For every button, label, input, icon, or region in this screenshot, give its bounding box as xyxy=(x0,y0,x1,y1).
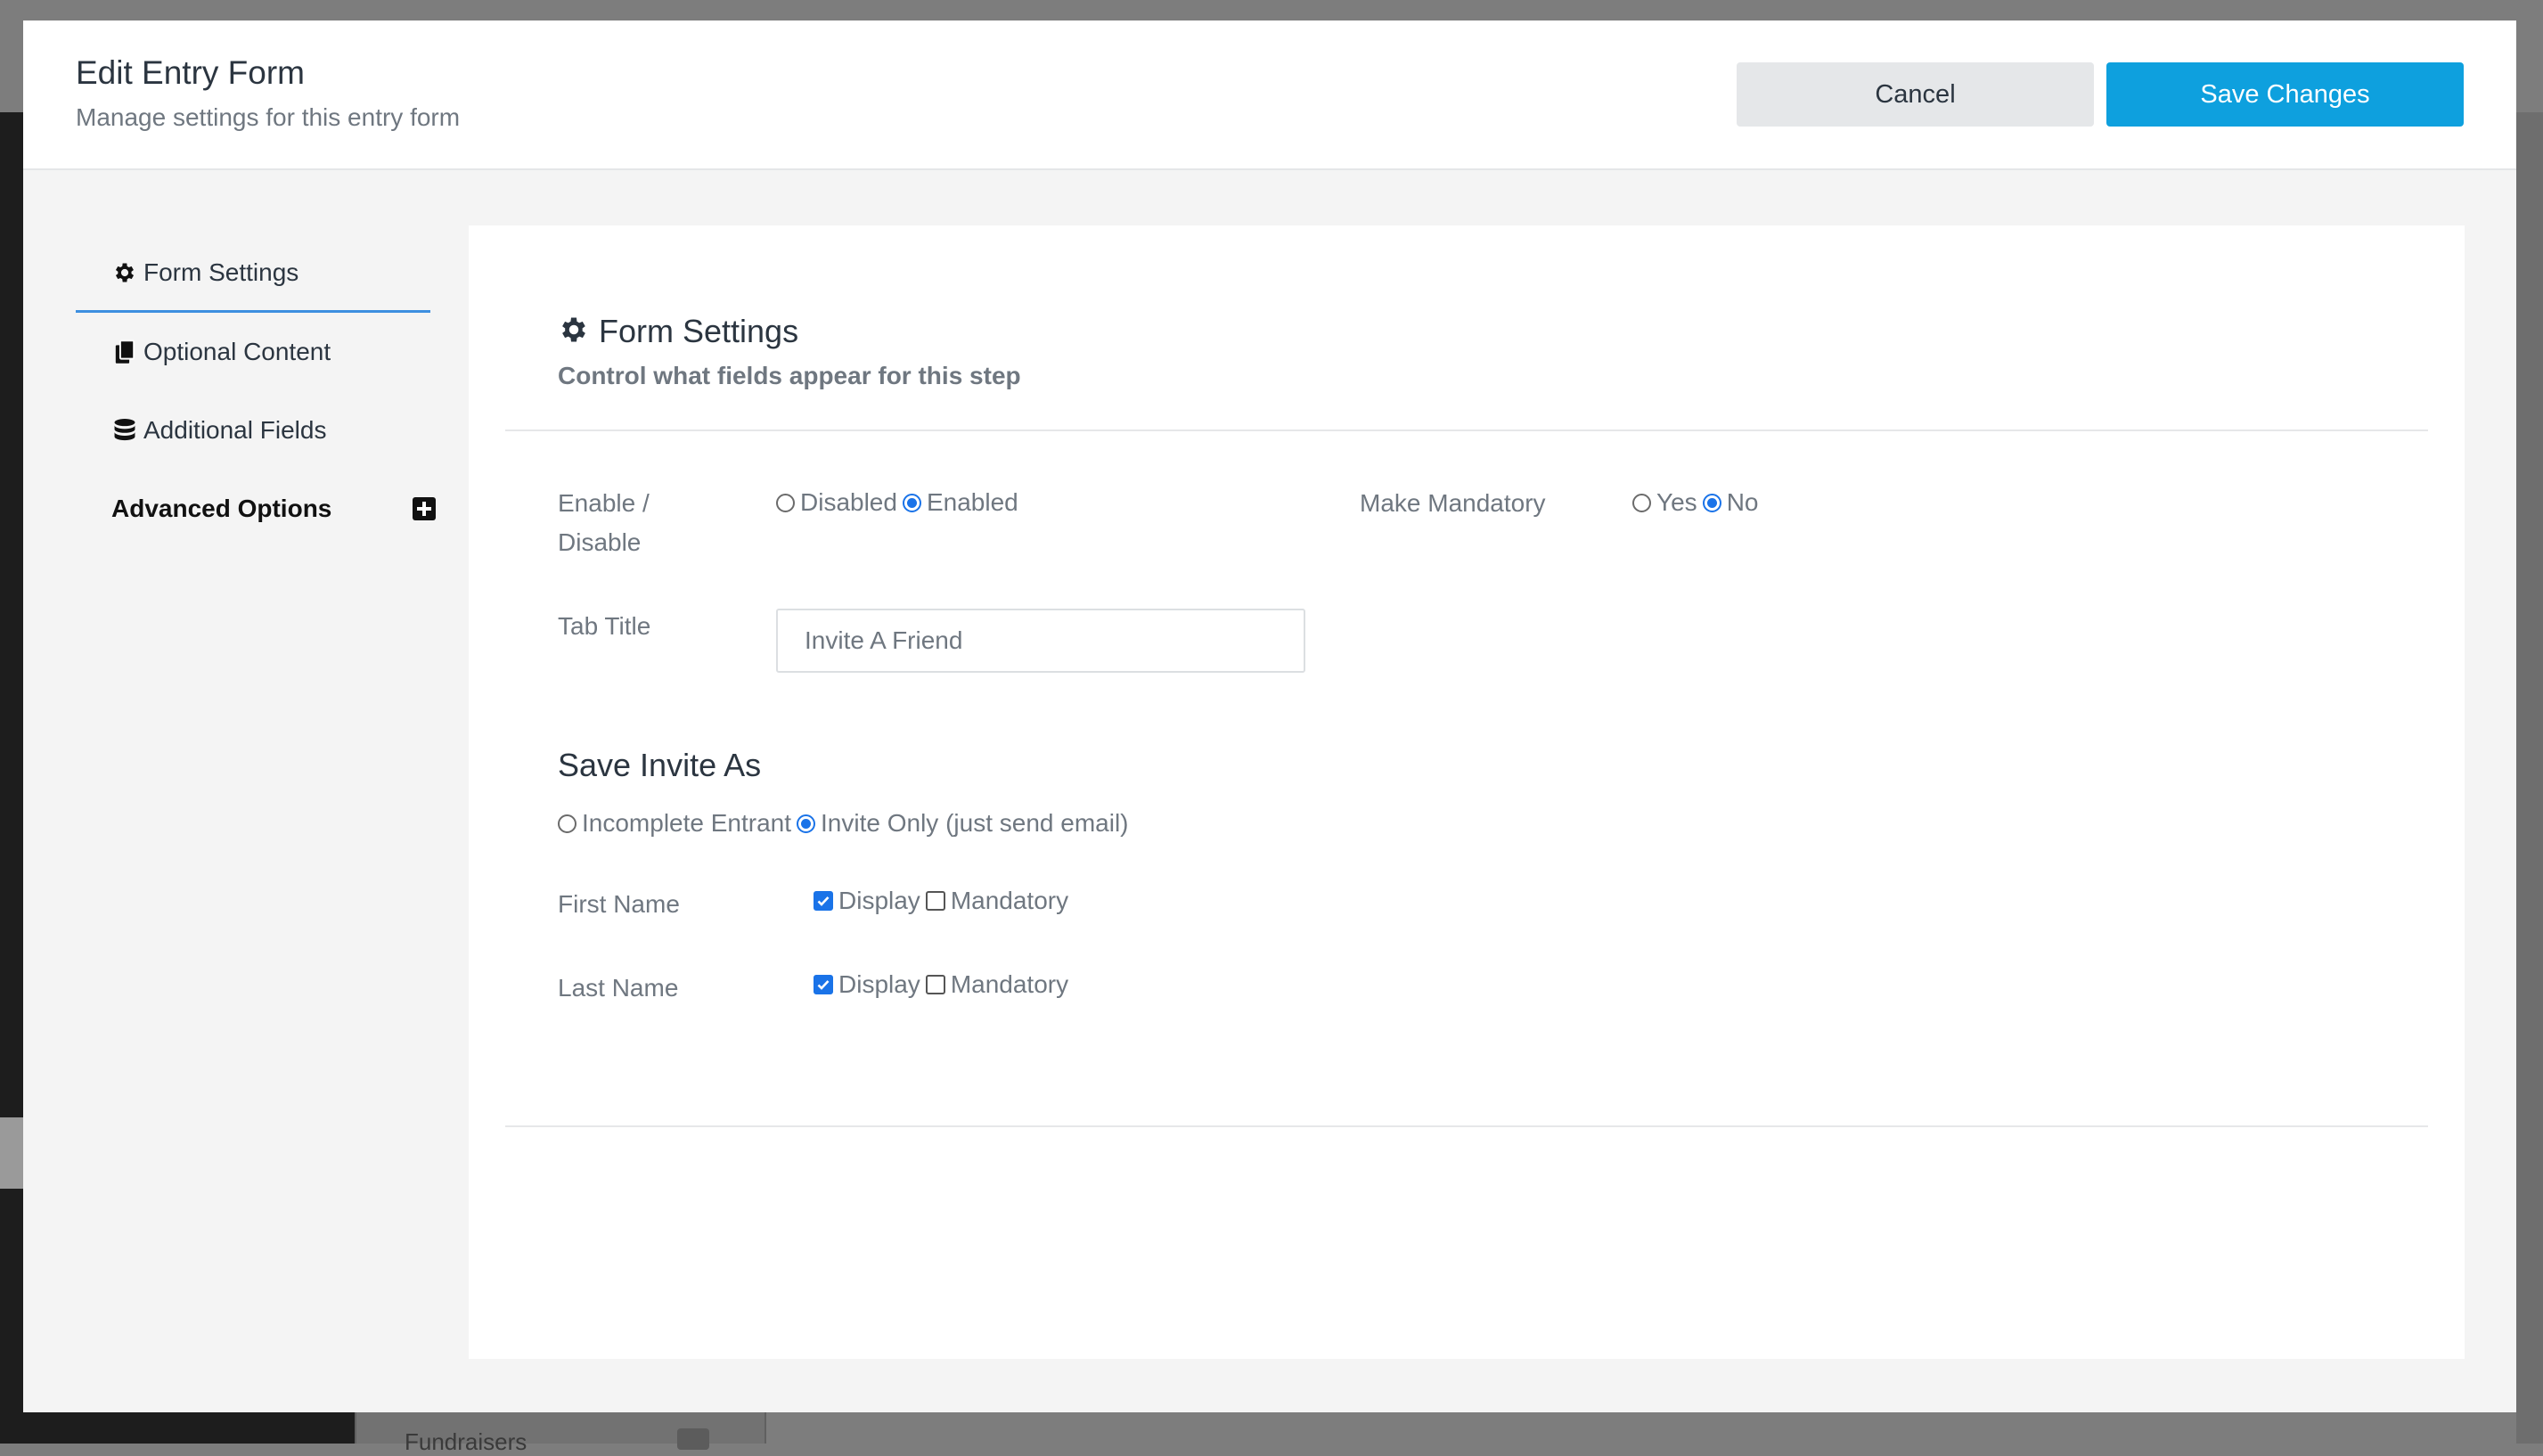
nav-item-advanced-options[interactable]: Advanced Options xyxy=(76,470,436,548)
panel-title: Form Settings xyxy=(599,313,799,349)
radio-button[interactable] xyxy=(797,814,816,833)
radio-disabled[interactable]: Disabled xyxy=(776,488,897,517)
background-list-item: Fundraisers xyxy=(405,1428,527,1455)
radio-label: Enabled xyxy=(926,488,1018,516)
nav-item-label: Additional Fields xyxy=(143,416,327,444)
background-count-badge xyxy=(677,1428,709,1450)
radio-invite-only[interactable]: Invite Only (just send email) xyxy=(797,809,1129,838)
check-icon xyxy=(817,980,830,990)
checkbox[interactable] xyxy=(925,891,945,911)
mandatory-radio-group: Yes No xyxy=(1632,488,1763,517)
first-name-mandatory-checkbox[interactable]: Mandatory xyxy=(925,887,1069,915)
first-name-options: Display Mandatory xyxy=(814,887,1074,915)
panel-bottom-divider xyxy=(505,1125,2428,1127)
enable-label-line: Enable / xyxy=(558,489,650,517)
form-settings-panel: Form Settings Control what fields appear… xyxy=(469,225,2465,1359)
background-sidebar xyxy=(0,112,23,1444)
checkbox[interactable] xyxy=(814,975,833,994)
gear-icon xyxy=(558,314,590,350)
enable-radio-group: Disabled Enabled xyxy=(776,488,1024,517)
radio-incomplete-entrant[interactable]: Incomplete Entrant xyxy=(558,809,791,838)
modal-subtitle: Manage settings for this entry form xyxy=(76,103,461,131)
modal-header: Edit Entry Form Manage settings for this… xyxy=(23,20,2516,170)
tab-title-input[interactable] xyxy=(776,609,1305,673)
radio-label: Incomplete Entrant xyxy=(582,809,792,837)
plus-square-icon[interactable] xyxy=(413,497,436,520)
database-icon xyxy=(111,417,138,444)
checkbox-label: Mandatory xyxy=(950,887,1069,914)
gear-icon xyxy=(111,259,138,286)
last-name-display-checkbox[interactable]: Display xyxy=(814,970,920,999)
nav-item-additional-fields[interactable]: Additional Fields xyxy=(76,391,430,470)
check-icon xyxy=(817,896,830,906)
radio-button[interactable] xyxy=(558,814,576,833)
checkbox-label: Display xyxy=(838,970,920,998)
checkbox-label: Mandatory xyxy=(950,970,1069,998)
checkbox-label: Display xyxy=(838,887,920,914)
nav-item-label: Form Settings xyxy=(143,258,299,286)
radio-yes[interactable]: Yes xyxy=(1632,488,1697,517)
radio-label: Invite Only (just send email) xyxy=(821,809,1129,837)
checkbox[interactable] xyxy=(925,975,945,994)
background-right-edge xyxy=(2516,112,2543,1444)
radio-button[interactable] xyxy=(776,493,795,512)
save-invite-radio-group: Incomplete Entrant Invite Only (just sen… xyxy=(558,809,1134,838)
cancel-button[interactable]: Cancel xyxy=(1737,62,2094,127)
panel-header: Form Settings xyxy=(558,313,798,350)
radio-no[interactable]: No xyxy=(1702,488,1759,517)
radio-enabled[interactable]: Enabled xyxy=(902,488,1018,517)
save-changes-button[interactable]: Save Changes xyxy=(2106,62,2464,127)
panel-subtitle: Control what fields appear for this step xyxy=(558,362,1021,389)
modal-title: Edit Entry Form xyxy=(76,54,305,91)
radio-button[interactable] xyxy=(1632,493,1651,512)
copy-icon xyxy=(111,339,138,365)
background-sidebar-highlight xyxy=(0,1117,23,1189)
nav-item-label: Advanced Options xyxy=(111,495,332,522)
radio-label: Disabled xyxy=(800,488,897,516)
enable-disable-label: Enable / Disable xyxy=(558,484,650,562)
save-invite-heading: Save Invite As xyxy=(558,747,762,783)
last-name-mandatory-checkbox[interactable]: Mandatory xyxy=(925,970,1069,999)
radio-label: Yes xyxy=(1656,488,1697,516)
last-name-options: Display Mandatory xyxy=(814,970,1074,999)
radio-button[interactable] xyxy=(902,493,921,512)
nav-item-form-settings[interactable]: Form Settings xyxy=(76,234,430,313)
background-footer xyxy=(0,1412,355,1444)
radio-button[interactable] xyxy=(1702,493,1721,512)
nav-item-label: Optional Content xyxy=(143,338,331,365)
first-name-label: First Name xyxy=(558,890,680,918)
last-name-label: Last Name xyxy=(558,974,679,1002)
panel-divider xyxy=(505,429,2428,431)
first-name-display-checkbox[interactable]: Display xyxy=(814,887,920,915)
disable-label-line: Disable xyxy=(558,528,642,556)
edit-entry-form-modal: Edit Entry Form Manage settings for this… xyxy=(23,20,2516,1412)
radio-label: No xyxy=(1726,488,1759,516)
settings-nav: Form Settings Optional Content Additiona… xyxy=(76,234,436,548)
make-mandatory-label: Make Mandatory xyxy=(1360,489,1546,517)
nav-item-optional-content[interactable]: Optional Content xyxy=(76,313,430,391)
checkbox[interactable] xyxy=(814,891,833,911)
tab-title-label: Tab Title xyxy=(558,612,651,640)
